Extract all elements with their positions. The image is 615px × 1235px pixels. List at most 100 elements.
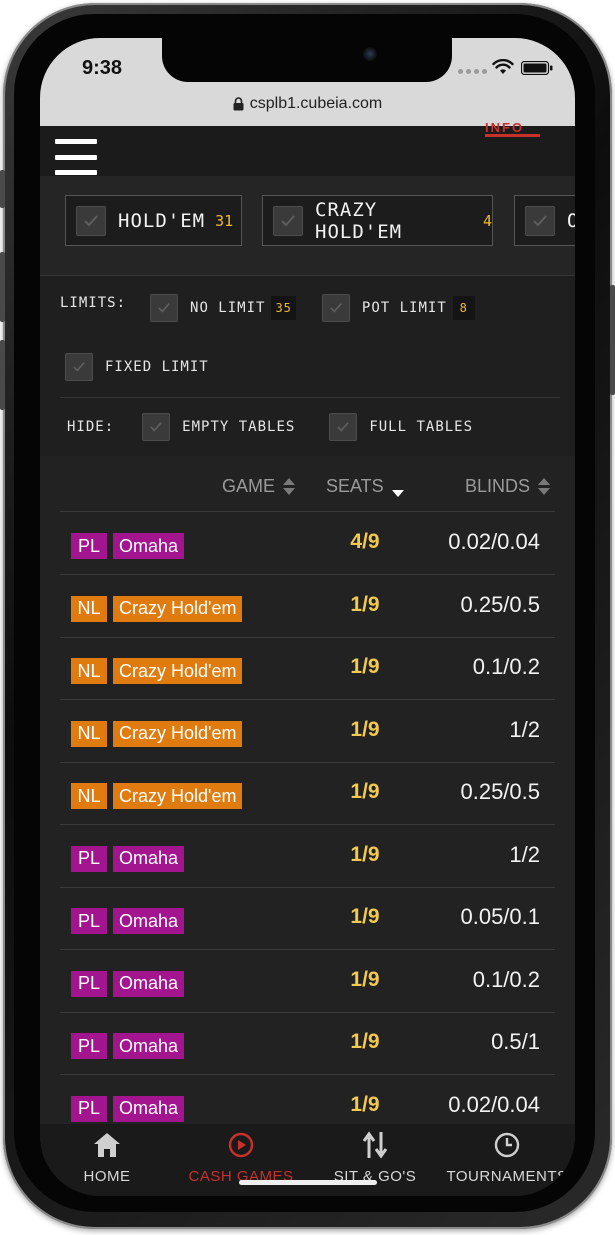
blinds-value: 1/2 bbox=[509, 716, 540, 742]
limit-badge: PL bbox=[71, 970, 107, 997]
game-tab-omaha[interactable]: O bbox=[514, 195, 575, 246]
check-icon bbox=[158, 303, 170, 313]
url-bar[interactable]: csplb1.cubeia.com bbox=[40, 90, 575, 118]
column-header-game[interactable]: GAME bbox=[222, 476, 296, 497]
table-row[interactable]: PL Omaha 1/9 0.05/0.1 bbox=[60, 888, 555, 950]
table-row[interactable]: NL Crazy Hold'em 1/9 0.1/0.2 bbox=[60, 638, 555, 700]
no-limit-count: 35 bbox=[271, 296, 296, 320]
phone-screen: 9:38 csplb1.cubeia.com INFO HOLD'EM 31 C… bbox=[40, 38, 575, 1196]
checkbox-holdem[interactable] bbox=[76, 205, 106, 236]
seats-value: 1/9 bbox=[350, 655, 380, 678]
pot-limit-count: 8 bbox=[452, 296, 475, 320]
filter-fixed-limit[interactable]: FIXED LIMIT bbox=[65, 353, 209, 381]
cellular-signal-icon bbox=[458, 69, 487, 74]
blinds-value: 0.1/0.2 bbox=[472, 654, 540, 679]
limits-label: LIMITS: bbox=[60, 295, 127, 311]
game-badge: Omaha bbox=[113, 1095, 185, 1122]
check-icon bbox=[150, 422, 162, 432]
game-badge: Omaha bbox=[113, 970, 185, 997]
blinds-value: 0.02/0.04 bbox=[448, 529, 540, 554]
game-tab-label: HOLD'EM bbox=[118, 209, 206, 232]
url-text: csplb1.cubeia.com bbox=[249, 95, 383, 112]
column-header-seats[interactable]: SEATS bbox=[326, 476, 404, 497]
column-header-blinds[interactable]: BLINDS bbox=[465, 476, 551, 497]
table-row[interactable]: PL Omaha 1/9 1/2 bbox=[60, 826, 555, 888]
nav-tournaments[interactable]: TOURNAMENTS bbox=[440, 1130, 574, 1190]
cash-games-table: GAME SEATS BLINDS PL Omaha 4/9 0.02/0.04 NL C… bbox=[40, 456, 575, 1124]
game-tab-crazy-holdem[interactable]: CRAZY HOLD'EM 4 bbox=[262, 195, 493, 246]
app-header: INFO bbox=[40, 120, 575, 176]
limit-badge: PL bbox=[71, 1033, 107, 1059]
power-button bbox=[610, 285, 615, 395]
checkbox-full-tables[interactable] bbox=[329, 413, 358, 441]
blinds-value: 0.02/0.04 bbox=[448, 1091, 540, 1117]
limits-filter-row: LIMITS: NO LIMIT 35 POT LIMIT 8 bbox=[60, 294, 475, 322]
filter-empty-tables[interactable]: EMPTY TABLES bbox=[142, 413, 295, 441]
table-row[interactable]: PL Omaha 1/9 0.02/0.04 bbox=[60, 1076, 555, 1125]
check-icon bbox=[84, 214, 98, 226]
table-row[interactable]: NL Crazy Hold'em 1/9 1/2 bbox=[60, 701, 555, 763]
blinds-value: 0.1/0.2 bbox=[472, 966, 540, 992]
table-row[interactable]: PL Omaha 4/9 0.02/0.04 bbox=[60, 513, 555, 575]
game-tab-label: O bbox=[567, 209, 575, 232]
game-tab-holdem[interactable]: HOLD'EM 31 bbox=[65, 195, 242, 246]
status-time: 9:38 bbox=[82, 57, 123, 79]
seats-value: 1/9 bbox=[350, 717, 380, 741]
limit-badge: NL bbox=[71, 658, 107, 684]
seats-value: 1/9 bbox=[350, 842, 380, 866]
front-camera bbox=[363, 47, 377, 61]
filter-full-tables[interactable]: FULL TABLES bbox=[329, 413, 473, 441]
blinds-value: 1/2 bbox=[509, 841, 540, 867]
table-row[interactable]: PL Omaha 1/9 0.1/0.2 bbox=[60, 951, 555, 1013]
menu-icon[interactable] bbox=[55, 139, 97, 175]
game-badge: Omaha bbox=[113, 533, 185, 559]
seats-value: 1/9 bbox=[350, 967, 380, 991]
table-row[interactable]: NL Crazy Hold'em 1/9 0.25/0.5 bbox=[60, 763, 555, 825]
game-badge: Crazy Hold'em bbox=[113, 720, 243, 747]
nav-tournaments-label: TOURNAMENTS bbox=[446, 1168, 568, 1185]
lock-icon bbox=[233, 97, 244, 111]
table-row[interactable]: NL Crazy Hold'em 1/9 0.25/0.5 bbox=[60, 576, 555, 638]
sort-descending-icon bbox=[391, 490, 404, 497]
column-header-seats-label: SEATS bbox=[326, 476, 384, 496]
limit-badge: PL bbox=[71, 533, 107, 559]
play-circle-icon bbox=[228, 1130, 254, 1160]
blinds-value: 0.25/0.5 bbox=[460, 779, 540, 804]
seats-value: 1/9 bbox=[350, 1092, 380, 1116]
checkbox-empty-tables[interactable] bbox=[142, 413, 171, 441]
filter-no-limit[interactable]: NO LIMIT 35 bbox=[150, 294, 296, 322]
column-header-blinds-label: BLINDS bbox=[465, 476, 531, 496]
checkbox-omaha[interactable] bbox=[525, 205, 555, 236]
full-tables-label: FULL TABLES bbox=[369, 419, 474, 435]
checkbox-fixed-limit[interactable] bbox=[65, 353, 93, 381]
seats-value: 1/9 bbox=[350, 780, 380, 803]
sort-icon bbox=[538, 478, 551, 495]
limit-badge: PL bbox=[71, 908, 107, 934]
active-tab-underline bbox=[485, 134, 540, 137]
checkbox-crazy-holdem[interactable] bbox=[273, 205, 303, 236]
check-icon bbox=[337, 422, 350, 432]
nav-home-label: HOME bbox=[83, 1168, 131, 1185]
filter-divider bbox=[60, 397, 560, 398]
hide-label: HIDE: bbox=[67, 419, 115, 435]
check-icon bbox=[330, 303, 342, 313]
battery-icon bbox=[521, 61, 553, 75]
fixed-limit-label: FIXED LIMIT bbox=[105, 359, 209, 375]
home-icon bbox=[93, 1130, 121, 1160]
blinds-value: 0.05/0.1 bbox=[460, 904, 540, 929]
table-row[interactable]: PL Omaha 1/9 0.5/1 bbox=[60, 1013, 555, 1075]
sort-arrows-icon bbox=[362, 1130, 388, 1160]
nav-home[interactable]: HOME bbox=[40, 1130, 174, 1190]
checkbox-no-limit[interactable] bbox=[150, 294, 179, 322]
home-indicator bbox=[239, 1180, 377, 1185]
filter-pot-limit[interactable]: POT LIMIT 8 bbox=[321, 294, 475, 322]
limit-badge: NL bbox=[71, 595, 107, 622]
empty-tables-label: EMPTY TABLES bbox=[182, 419, 296, 435]
game-badge: Omaha bbox=[113, 845, 185, 872]
limit-badge: PL bbox=[71, 845, 107, 872]
header-tab-info[interactable]: INFO bbox=[485, 120, 524, 135]
checkbox-pot-limit[interactable] bbox=[321, 294, 350, 322]
column-header-game-label: GAME bbox=[222, 476, 276, 496]
sort-icon bbox=[283, 478, 296, 495]
check-icon bbox=[281, 214, 295, 226]
